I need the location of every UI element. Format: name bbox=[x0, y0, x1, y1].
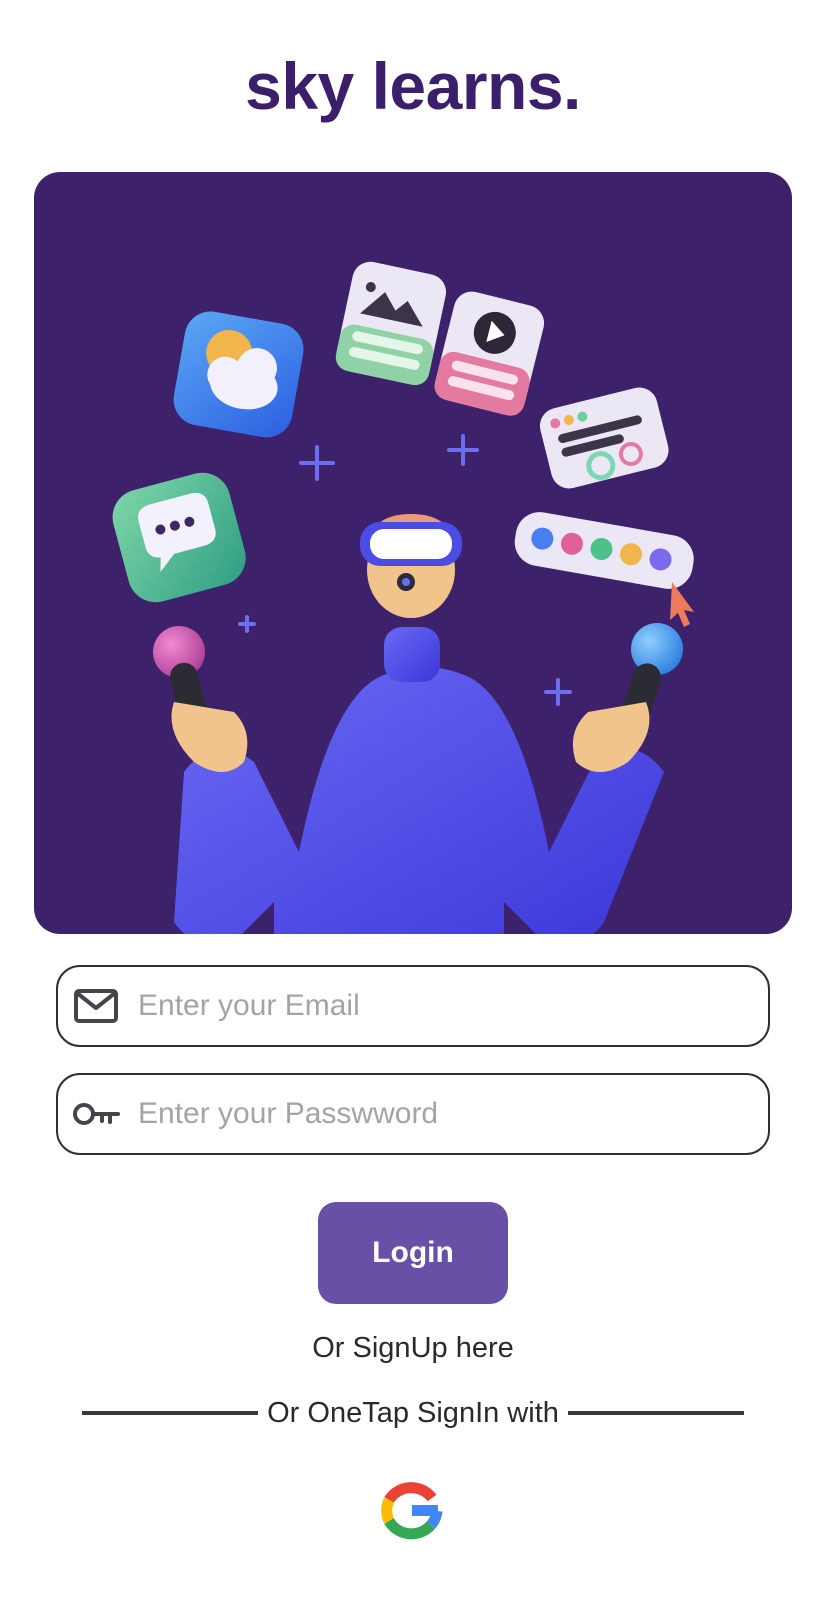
key-icon bbox=[72, 1094, 120, 1134]
google-icon bbox=[381, 1482, 443, 1540]
image-card-icon bbox=[335, 261, 447, 386]
email-field[interactable] bbox=[56, 965, 770, 1047]
login-button[interactable]: Login bbox=[318, 1202, 508, 1304]
password-input[interactable] bbox=[136, 1083, 768, 1145]
chat-bubble-app-icon bbox=[112, 472, 246, 603]
divider-line-right bbox=[567, 1411, 745, 1415]
settings-card-icon bbox=[539, 387, 669, 489]
hero-illustration bbox=[34, 172, 792, 934]
password-field[interactable] bbox=[56, 1073, 770, 1155]
onetap-label: Or OneTap SignIn with bbox=[267, 1396, 559, 1429]
divider-line-left bbox=[82, 1411, 259, 1415]
google-signin-button[interactable] bbox=[380, 1478, 444, 1542]
weather-app-icon bbox=[173, 311, 304, 438]
right-controller bbox=[572, 623, 683, 772]
left-controller bbox=[153, 626, 248, 772]
color-palette-bar bbox=[514, 512, 694, 589]
video-card-icon bbox=[434, 291, 545, 416]
email-input[interactable] bbox=[136, 975, 768, 1037]
cursor-icon bbox=[670, 582, 694, 627]
mail-icon bbox=[72, 986, 120, 1026]
onetap-divider: Or OneTap SignIn with bbox=[82, 1393, 745, 1433]
app-title: sky learns. bbox=[245, 49, 581, 123]
signup-link[interactable]: Or SignUp here bbox=[0, 1332, 826, 1365]
